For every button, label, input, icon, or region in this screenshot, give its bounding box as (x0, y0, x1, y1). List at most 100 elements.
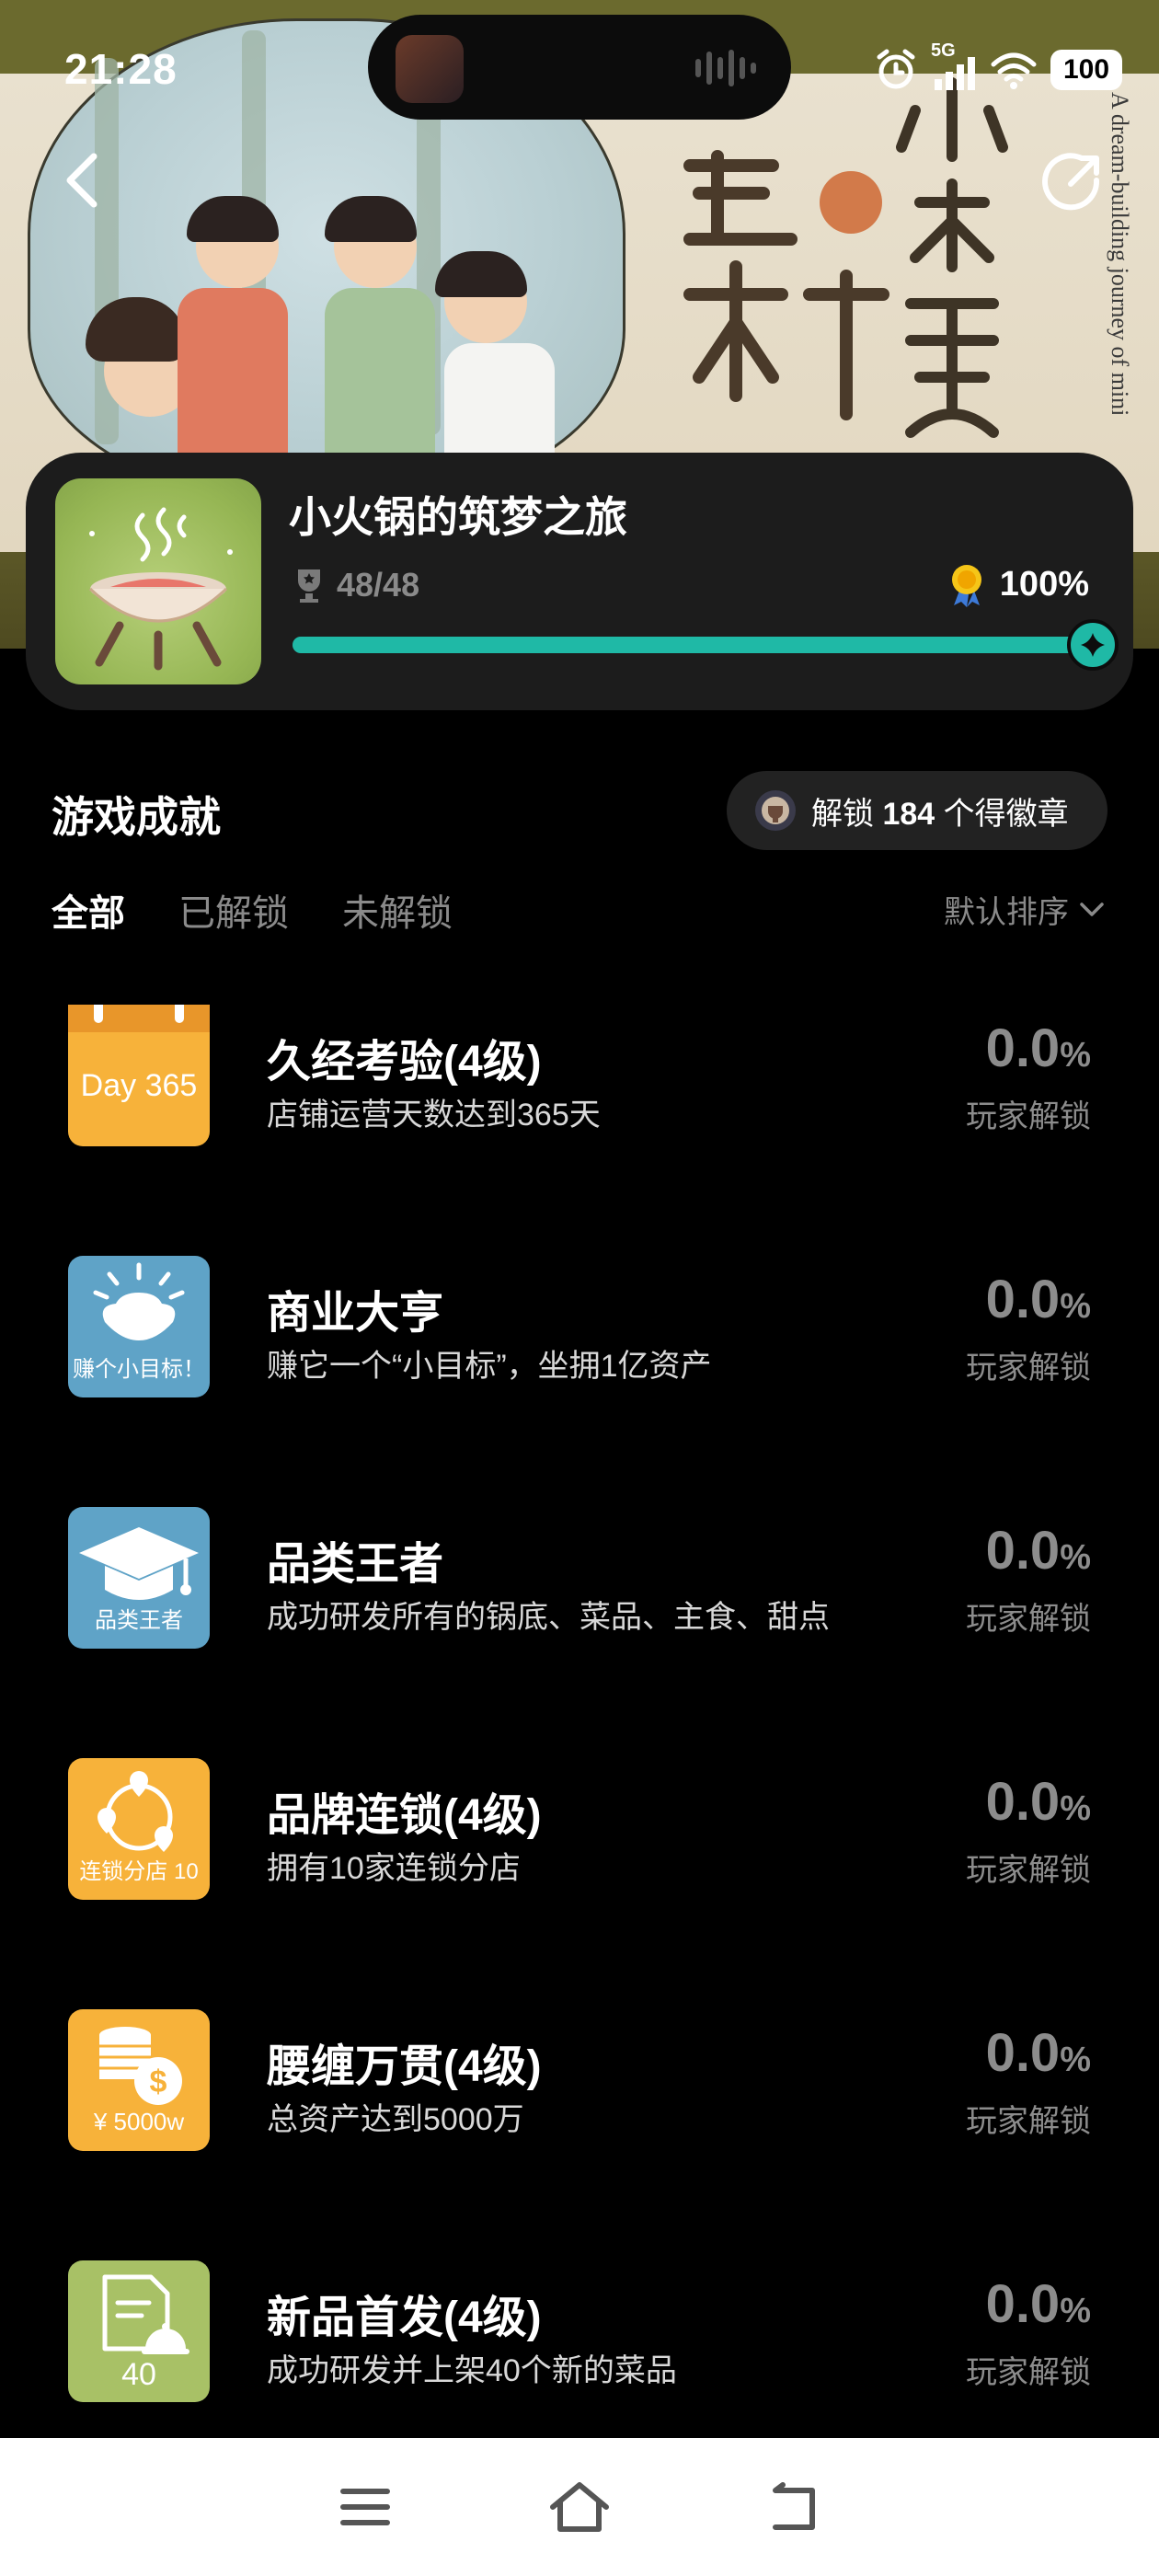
gold-ingot-icon: 赚个小目标！ (52, 1239, 226, 1414)
achievement-name: 商业大亨 (267, 1289, 444, 1338)
achievement-rate-unit: % (1060, 1789, 1091, 1828)
achievements-section-title: 游戏成就 (52, 793, 221, 841)
badge-pill-text: 解锁 184 个得徽章 (811, 788, 1069, 834)
achievement-icon-text: 品类王者 (95, 1608, 183, 1633)
achievement-description: 赚它一个“小目标”，坐拥1亿资产 (267, 1349, 712, 1384)
achievement-rate-value: 0.0 (985, 2274, 1061, 2334)
achievement-icon-tile: 连锁分店 10 (68, 1758, 210, 1900)
progress-knob (1067, 619, 1119, 671)
achievement-rate-value: 0.0 (985, 1270, 1061, 1329)
achievement-description: 成功研发所有的锅底、菜品、主食、甜点 (267, 1600, 830, 1635)
achievement-icon-text: 40 (121, 2357, 156, 2392)
audio-wave-icon (695, 50, 756, 86)
achievement-unlock-label: 玩家解锁 (966, 1602, 1091, 1637)
game-cover-image[interactable] (55, 478, 261, 684)
game-title: 小火锅的筑梦之旅 (289, 493, 627, 541)
achievement-unlock-rate: 0.0% (986, 1771, 1091, 1833)
achievement-count: 48/48 (293, 565, 419, 605)
cellular-signal-icon: 5G (931, 40, 977, 92)
achievement-icon-text: Day 365 (80, 1067, 198, 1103)
location-network-icon: 连锁分店 10 (52, 1742, 226, 1916)
achievement-item[interactable]: Day 365 久经考验(4级) 店铺运营天数达到365天 0.0% 玩家解锁 (0, 988, 1159, 1163)
home-icon (549, 2482, 609, 2532)
achievement-rate-value: 0.0 (985, 1521, 1061, 1581)
badge-count: 184 (882, 796, 935, 832)
chevron-down-icon (1080, 902, 1104, 916)
achievement-description: 总资产达到5000万 (267, 2102, 524, 2137)
share-icon[interactable] (1039, 149, 1106, 215)
achievement-icon-text: 赚个小目标！ (73, 1357, 205, 1382)
achievement-name: 品牌连锁(4级) (267, 1791, 542, 1840)
achievement-icon-tile: 品类王者 (68, 1507, 210, 1649)
alarm-icon (877, 49, 915, 89)
achievement-icon-tile: 赚个小目标！ (68, 1256, 210, 1397)
tab-all[interactable]: 全部 (52, 883, 125, 937)
achievement-rate-value: 0.0 (985, 1772, 1061, 1832)
achievement-description: 拥有10家连锁分店 (267, 1851, 521, 1886)
achievement-unlock-rate: 0.0% (986, 1018, 1091, 1079)
status-icons: 5G 100 (874, 40, 1122, 98)
achievement-item[interactable]: 赚个小目标！ 商业大亨 赚它一个“小目标”，坐拥1亿资产 0.0% 玩家解锁 (0, 1239, 1159, 1414)
trophy-icon (298, 569, 320, 603)
system-navigation-bar (0, 2438, 1159, 2576)
achievement-icon-tile: 40 (68, 2260, 210, 2402)
achievement-item[interactable]: $ ¥ 5000w 腰缠万贯(4级) 总资产达到5000万 0.0% 玩家解锁 (0, 1993, 1159, 2168)
achievement-unlock-label: 玩家解锁 (966, 1853, 1091, 1888)
game-summary-card: 小火锅的筑梦之旅 48/48 100% (26, 453, 1133, 710)
dynamic-island[interactable] (368, 15, 791, 120)
achievement-filter-tabs: 全部 已解锁 未解锁 (52, 883, 453, 937)
achievement-name: 品类王者 (267, 1540, 444, 1589)
achievement-unlock-label: 玩家解锁 (966, 2355, 1091, 2390)
status-time: 21:28 (64, 45, 178, 93)
achievement-icon-text: 连锁分店 10 (79, 1859, 199, 1884)
graduation-cap-icon: 品类王者 (52, 1490, 226, 1665)
menu-icon (339, 2489, 390, 2525)
progress-fill (293, 637, 1093, 653)
medal-icon (951, 565, 981, 607)
completion-percent-text: 100% (999, 564, 1089, 604)
badge-unlock-pill[interactable]: 解锁 184 个得徽章 (727, 771, 1107, 850)
status-bar: 21:28 5G 100 (0, 0, 1159, 138)
badge-icon (755, 790, 796, 831)
coins-icon: $ ¥ 5000w (52, 1993, 226, 2168)
achievement-unlock-rate: 0.0% (986, 2273, 1091, 2335)
achievement-unlock-rate: 0.0% (986, 1269, 1091, 1330)
achievement-rate-value: 0.0 (985, 2023, 1061, 2083)
svg-text:$: $ (150, 2064, 167, 2099)
back-chevron-icon[interactable] (57, 149, 112, 212)
recipe-dish-icon: 40 (52, 2244, 226, 2419)
achievement-name: 新品首发(4级) (267, 2294, 542, 2342)
achievement-unlock-rate: 0.0% (986, 1520, 1091, 1581)
achievement-rate-unit: % (1060, 2292, 1091, 2330)
achievement-rate-unit: % (1060, 1287, 1091, 1326)
achievement-rate-unit: % (1060, 1036, 1091, 1075)
tab-unlocked[interactable]: 已解锁 (178, 883, 289, 937)
achievement-unlock-label: 玩家解锁 (966, 2104, 1091, 2139)
achievement-item[interactable]: 40 新品首发(4级) 成功研发并上架40个新的菜品 0.0% 玩家解锁 (0, 2244, 1159, 2419)
calendar-icon: Day 365 (52, 988, 226, 1163)
achievement-name: 腰缠万贯(4级) (267, 2042, 542, 2091)
now-playing-app-icon (396, 35, 464, 103)
nav-home-button[interactable] (538, 2470, 621, 2544)
wifi-icon (991, 52, 1037, 89)
achievement-count-text: 48/48 (337, 566, 420, 604)
achievement-unlock-label: 玩家解锁 (966, 1351, 1091, 1386)
achievement-item[interactable]: 品类王者 品类王者 成功研发所有的锅底、菜品、主食、甜点 0.0% 玩家解锁 (0, 1490, 1159, 1665)
sort-dropdown[interactable]: 默认排序 (944, 887, 1106, 932)
achievement-description: 店铺运营天数达到365天 (267, 1098, 601, 1133)
nav-back-button[interactable] (752, 2470, 835, 2544)
achievement-item[interactable]: 连锁分店 10 品牌连锁(4级) 拥有10家连锁分店 0.0% 玩家解锁 (0, 1742, 1159, 1916)
achievement-icon-text: ¥ 5000w (93, 2108, 185, 2135)
achievement-rate-value: 0.0 (985, 1018, 1061, 1078)
nav-menu-button[interactable] (324, 2470, 407, 2544)
completion-progress-bar (293, 619, 1119, 671)
achievement-unlock-label: 玩家解锁 (966, 1099, 1091, 1134)
completion-percent: 100% (947, 561, 1089, 607)
achievement-description: 成功研发并上架40个新的菜品 (267, 2353, 677, 2388)
battery-indicator: 100 (1050, 50, 1122, 90)
sort-label: 默认排序 (944, 895, 1069, 930)
achievement-rate-unit: % (1060, 2041, 1091, 2079)
tab-locked[interactable]: 未解锁 (342, 883, 453, 937)
sparkle-icon (1081, 633, 1105, 657)
badge-text-prefix: 解锁 (811, 796, 874, 832)
